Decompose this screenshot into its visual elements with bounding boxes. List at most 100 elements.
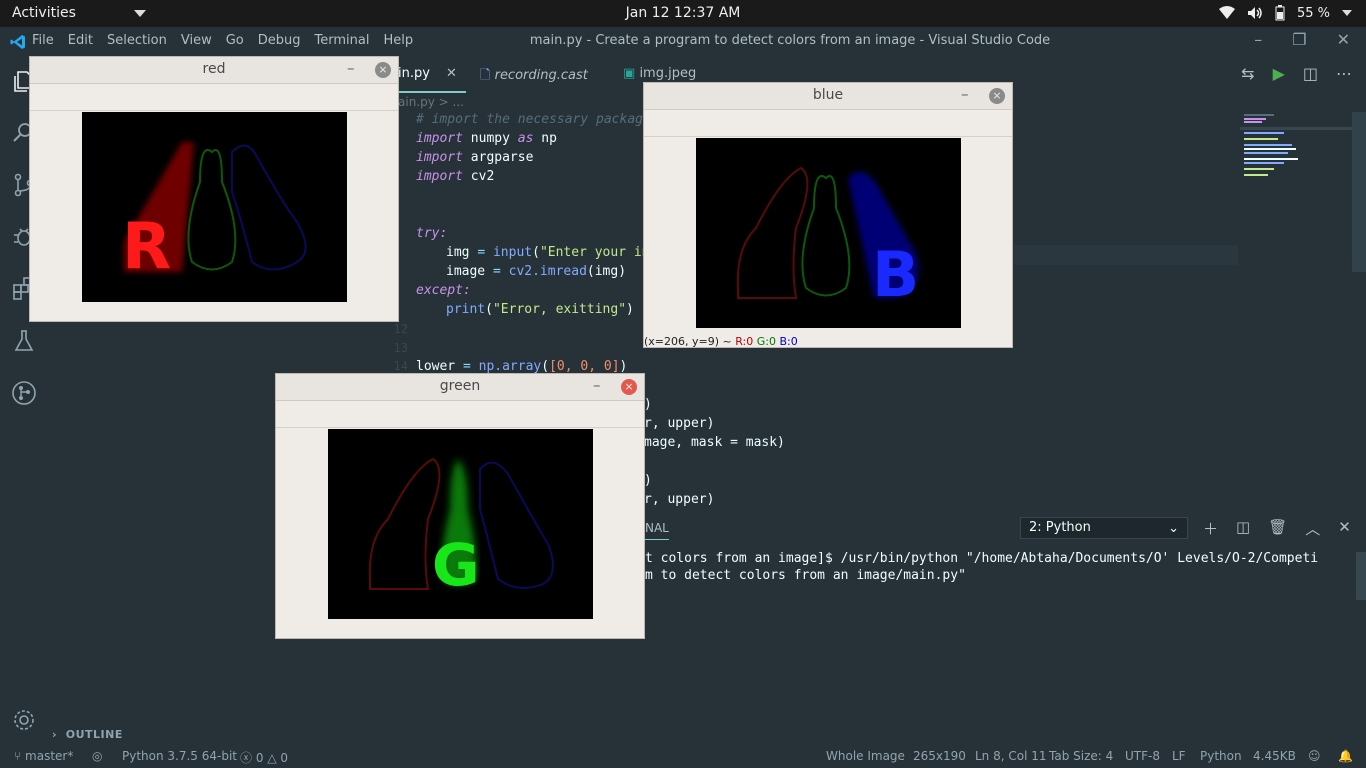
minimize-icon[interactable]: – <box>961 85 969 103</box>
code-line: ) <box>644 397 652 412</box>
window-toolbar <box>276 401 644 428</box>
minimize-icon[interactable]: – <box>1254 30 1262 49</box>
encoding[interactable]: UTF-8 <box>1125 749 1160 763</box>
tab-label: recording.cast <box>494 68 588 83</box>
vscode-title-bar: File Edit Selection View Go Debug Termin… <box>0 27 1366 55</box>
window-controls: – ❐ ✕ <box>1254 30 1350 49</box>
error-icon: ⓧ <box>240 751 253 765</box>
menu-debug[interactable]: Debug <box>258 33 301 48</box>
terminal-output[interactable]: t colors from an image]$ /usr/bin/python… <box>645 550 1318 584</box>
image-file-icon: ▣ <box>623 66 636 81</box>
split-terminal-icon[interactable]: ◫ <box>1236 518 1250 539</box>
panel-header: NAL 2: Python ⌄ ＋ ◫ 🗑 ︿ ✕ <box>645 515 1366 543</box>
git-graph-icon[interactable] <box>10 379 38 407</box>
window-title: blue <box>812 87 844 103</box>
breadcrumb[interactable]: ain.py > ... <box>398 95 464 109</box>
outline-section[interactable]: › OUTLINE <box>52 728 123 741</box>
more-actions-icon[interactable]: ⋯ <box>1336 64 1352 83</box>
test-flask-icon[interactable] <box>10 327 38 355</box>
menu-terminal[interactable]: Terminal <box>315 33 370 48</box>
close-icon[interactable]: × <box>989 88 1005 104</box>
code-line: try: <box>416 226 448 241</box>
window-title: red <box>202 61 226 77</box>
minimize-icon[interactable]: – <box>347 59 355 77</box>
tab-terminal[interactable]: NAL <box>645 521 669 540</box>
problems-indicator[interactable]: ⓧ 0 △ 0 <box>240 749 288 766</box>
split-editor-icon[interactable]: ◫ <box>1303 64 1318 83</box>
menu-selection[interactable]: Selection <box>107 33 167 48</box>
red-mask-picture: R <box>122 142 307 284</box>
letter-g: G <box>432 531 480 599</box>
close-panel-icon[interactable]: ✕ <box>1338 518 1351 539</box>
green-mask-image: G <box>328 429 593 619</box>
menu-view[interactable]: View <box>181 33 212 48</box>
vscode-logo-icon <box>10 35 25 49</box>
line-number: 12 <box>393 322 408 336</box>
branch-icon: ⑂ <box>14 749 22 763</box>
chevron-right-icon: › <box>52 728 58 741</box>
tab-size[interactable]: Tab Size: 4 <box>1049 749 1113 763</box>
battery-level: 55 % <box>1296 5 1330 21</box>
end-of-line[interactable]: LF <box>1172 749 1186 763</box>
minimap[interactable] <box>1240 112 1352 192</box>
wifi-icon <box>1218 6 1235 19</box>
tab-close-icon[interactable]: ✕ <box>446 66 457 81</box>
green-image-window[interactable]: green – × G <box>275 373 645 639</box>
letter-r: R <box>122 210 171 284</box>
window-titlebar[interactable]: green – × <box>276 374 644 401</box>
gear-icon[interactable] <box>12 708 36 732</box>
code-line: r, upper) <box>644 492 715 507</box>
trash-icon[interactable]: 🗑 <box>1268 518 1287 539</box>
feedback-smiley-icon[interactable]: ☺ <box>1308 749 1321 763</box>
file-size: 4.45KB <box>1253 749 1296 763</box>
sync-icon[interactable]: ◎ <box>92 749 102 763</box>
tab-recording-cast[interactable]: 🗋 recording.cast <box>480 55 588 93</box>
menu-go[interactable]: Go <box>226 33 244 48</box>
language-mode[interactable]: Python <box>1200 749 1242 763</box>
terminal-line: t colors from an image]$ /usr/bin/python… <box>645 551 1319 566</box>
menu-help[interactable]: Help <box>383 33 413 48</box>
cursor-position[interactable]: Ln 8, Col 11 <box>975 749 1047 763</box>
warning-icon: △ <box>267 751 277 765</box>
pixel-info: (x=206, y=9) ~ R:0 G:0 B:0 <box>644 335 798 347</box>
terminal-scrollbar[interactable] <box>1356 552 1366 600</box>
close-icon[interactable]: × <box>621 379 637 395</box>
clock[interactable]: Jan 12 12:37 AM <box>0 5 1366 21</box>
new-terminal-icon[interactable]: ＋ <box>1203 518 1218 539</box>
file-icon: 🗋 <box>480 68 491 83</box>
code-line: img = input("Enter your in <box>446 245 650 260</box>
run-icon[interactable]: ▶ <box>1273 64 1285 83</box>
close-icon[interactable]: × <box>375 62 391 78</box>
tab-label: img.jpeg <box>639 66 697 81</box>
system-menu-caret-icon[interactable] <box>1342 10 1352 16</box>
code-line: r, upper) <box>644 416 715 431</box>
window-toolbar <box>30 84 398 111</box>
menu-file[interactable]: File <box>32 33 54 48</box>
tab-main-py[interactable]: in.py ✕ <box>398 55 466 93</box>
window-titlebar[interactable]: red – × <box>30 57 398 84</box>
open-changes-icon[interactable]: ⇆ <box>1241 64 1254 83</box>
red-mask-image: R <box>82 112 347 302</box>
system-tray[interactable]: 55 % <box>1218 5 1352 21</box>
menu-edit[interactable]: Edit <box>68 33 93 48</box>
red-image-window[interactable]: red – × R <box>29 56 399 322</box>
green-mask-picture: G <box>368 457 554 599</box>
code-line: print("Error, exitting") <box>446 302 634 317</box>
maximize-panel-icon[interactable]: ︿ <box>1305 518 1320 539</box>
tab-label: in.py <box>398 66 430 81</box>
status-bar: ⑂ master* ◎ Python 3.7.5 64-bit ⓧ 0 △ 0 … <box>0 744 1366 768</box>
blue-image-window[interactable]: blue – × B (x=206, y=9) ~ R:0 G:0 B:0 <box>643 82 1013 348</box>
code-line: mage, mask = mask) <box>644 435 785 450</box>
restore-icon[interactable]: ❐ <box>1292 30 1306 49</box>
window-title: green <box>439 378 481 394</box>
close-icon[interactable]: ✕ <box>1337 30 1350 49</box>
branch-indicator[interactable]: ⑂ master* <box>14 749 73 763</box>
window-titlebar[interactable]: blue – × <box>644 83 1012 110</box>
minimize-icon[interactable]: – <box>593 376 601 394</box>
image-zoom[interactable]: Whole Image <box>826 749 905 763</box>
terminal-select[interactable]: 2: Python ⌄ <box>1020 517 1188 539</box>
bell-icon[interactable]: 🔔 <box>1338 749 1353 763</box>
editor-scrollbar[interactable] <box>1352 112 1366 272</box>
python-interpreter[interactable]: Python 3.7.5 64-bit <box>122 749 237 763</box>
code-line: import numpy as np <box>416 131 557 146</box>
